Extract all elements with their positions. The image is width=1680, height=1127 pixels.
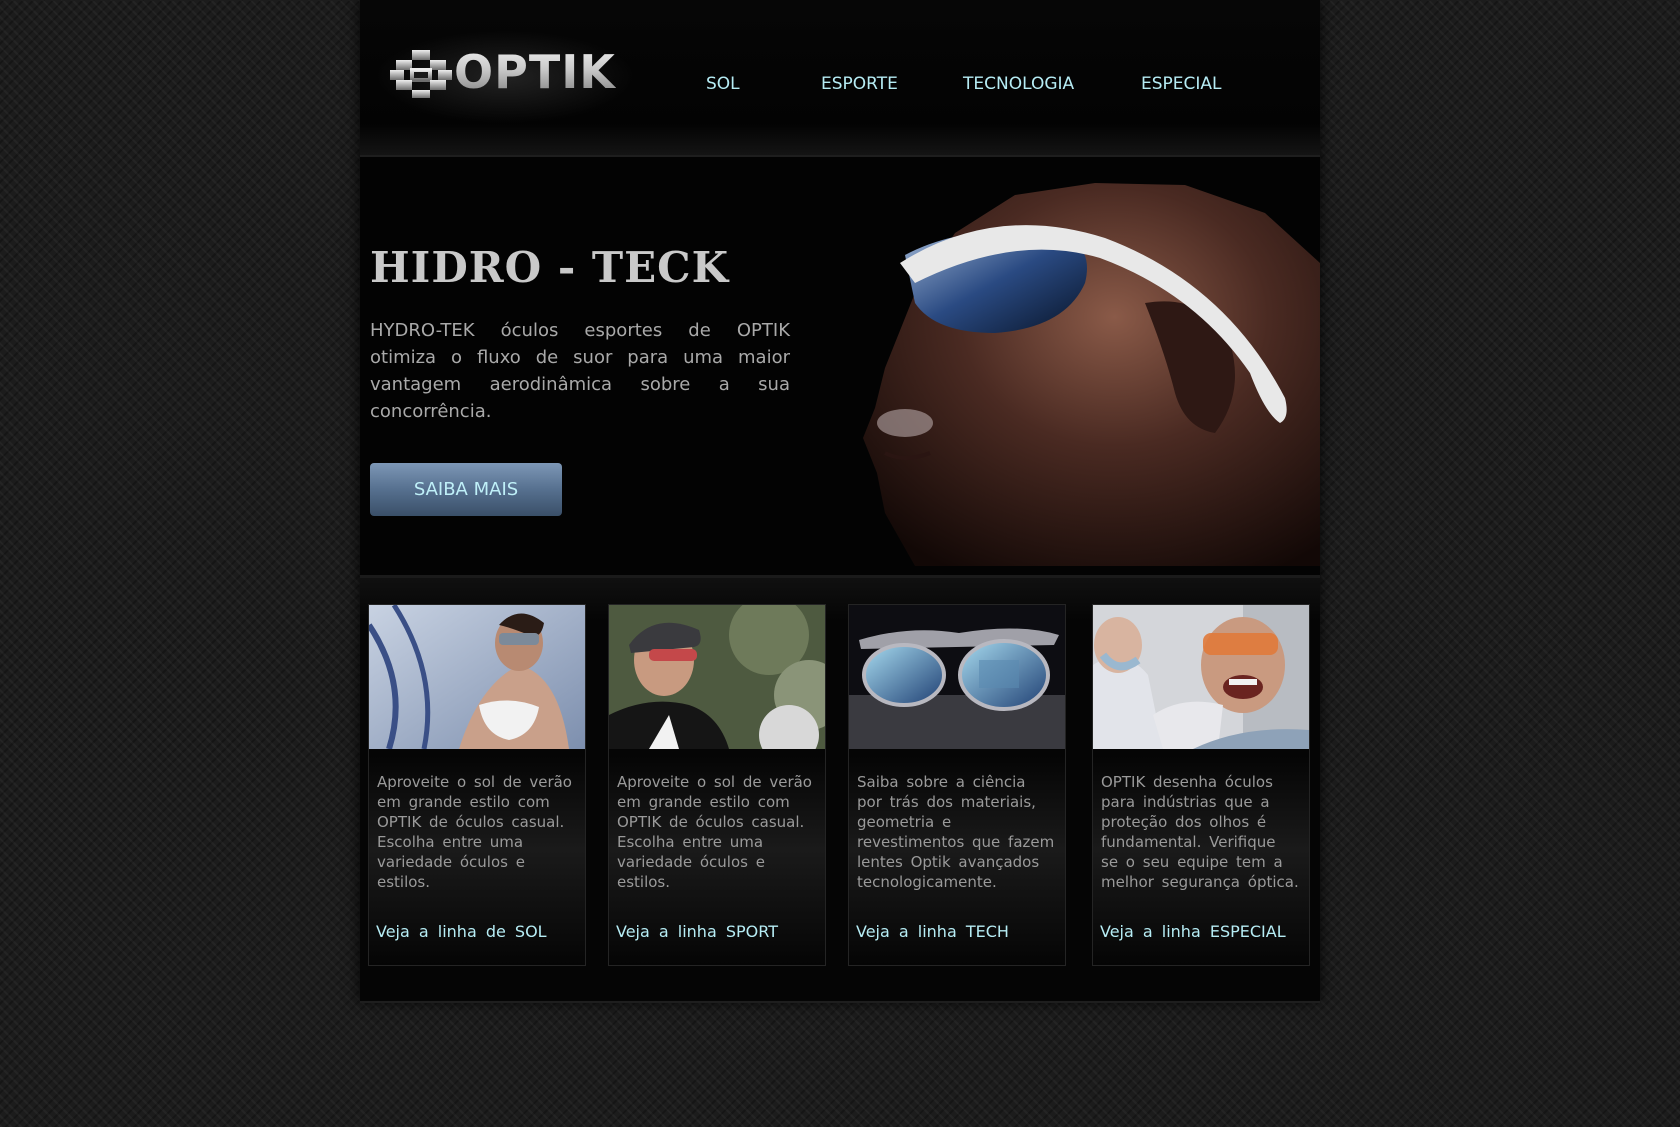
site-header: OPTIK SOL ESPORTE TECNOLOGIA ESPECIAL — [360, 0, 1320, 157]
card-especial-text: OPTIK desenha óculos para indústrias que… — [1101, 773, 1299, 891]
card-sport-image[interactable] — [609, 605, 825, 749]
hero-banner: HIDRO - TECK HYDRO-TEK óculos esportes d… — [360, 157, 1320, 578]
nav-item-sol[interactable]: SOL — [706, 74, 740, 94]
main-nav: SOL ESPORTE TECNOLOGIA ESPECIAL — [360, 74, 1320, 100]
card-tech: Saiba sobre a ciência por trás dos mater… — [848, 604, 1066, 966]
card-tech-text: Saiba sobre a ciência por trás dos mater… — [857, 773, 1055, 891]
hero-title: HIDRO - TECK — [370, 243, 730, 292]
nav-item-esporte[interactable]: ESPORTE — [821, 74, 898, 94]
page-container: OPTIK SOL ESPORTE TECNOLOGIA ESPECIAL HI… — [360, 0, 1320, 1003]
saiba-mais-button[interactable]: SAIBA MAIS — [370, 463, 562, 516]
card-sol-image[interactable] — [369, 605, 585, 749]
hero-description: HYDRO-TEK óculos esportes de OPTIK otimi… — [370, 320, 790, 422]
card-tech-image[interactable] — [849, 605, 1065, 749]
card-especial: OPTIK desenha óculos para indústrias que… — [1092, 604, 1310, 966]
hero-athlete-photo — [863, 183, 1320, 566]
card-tech-link[interactable]: Veja a linha TECH — [856, 922, 1009, 941]
card-sport-link[interactable]: Veja a linha SPORT — [616, 922, 778, 941]
card-sport-text: Aproveite o sol de verão em grande estil… — [617, 773, 812, 891]
card-sol-link[interactable]: Veja a linha de SOL — [376, 922, 547, 941]
product-lines-section: Aproveite o sol de verão em grande estil… — [360, 578, 1320, 1003]
card-sol-text: Aproveite o sol de verão em grande estil… — [377, 773, 572, 891]
card-especial-image[interactable] — [1093, 605, 1309, 749]
card-sol: Aproveite o sol de verão em grande estil… — [368, 604, 586, 966]
card-sport: Aproveite o sol de verão em grande estil… — [608, 604, 826, 966]
nav-item-tecnologia[interactable]: TECNOLOGIA — [963, 74, 1074, 94]
card-especial-link[interactable]: Veja a linha ESPECIAL — [1100, 922, 1286, 941]
nav-item-especial[interactable]: ESPECIAL — [1141, 74, 1222, 94]
